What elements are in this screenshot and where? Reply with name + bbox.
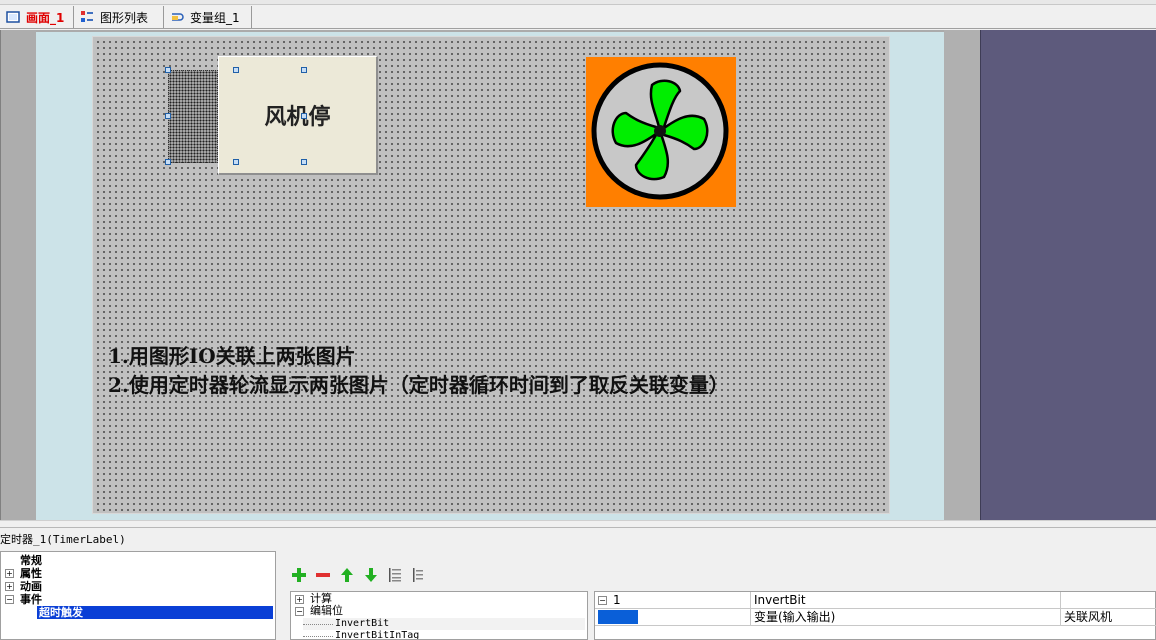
function-tree: + 计算 − 编辑位 InvertBit InvertBitInTag: [290, 591, 588, 640]
selection-handle[interactable]: [233, 159, 239, 165]
move-up-icon[interactable]: [338, 566, 356, 584]
remove-icon[interactable]: [314, 566, 332, 584]
tab-label: 画面_1: [26, 10, 65, 25]
tree-item-general[interactable]: 常规: [5, 554, 42, 567]
parameter-value-cell[interactable]: 关联风机: [1061, 609, 1156, 625]
tree-item-animation[interactable]: + 动画: [5, 580, 42, 593]
tab-label: 图形列表: [100, 10, 149, 25]
instruction-line-1: 1.用图形IO关联上两张图片: [108, 344, 356, 368]
graphics-list-icon: [80, 10, 94, 24]
parameter-name-cell: 变量(输入输出): [751, 609, 1061, 625]
tab-screen-1[interactable]: 画面_1: [0, 6, 74, 28]
selected-object-title: 定时器_1(TimerLabel): [0, 530, 1156, 550]
row-selection-marker: [598, 610, 638, 624]
outdent-icon[interactable]: [410, 566, 428, 584]
tree-item-properties[interactable]: + 属性: [5, 567, 42, 580]
func-item-invertbit[interactable]: InvertBit: [303, 618, 585, 630]
expand-icon[interactable]: +: [5, 582, 14, 591]
func-item-invertbitintag[interactable]: InvertBitInTag: [303, 630, 419, 639]
expand-icon[interactable]: +: [295, 594, 304, 604]
fan-graphic[interactable]: [586, 57, 736, 207]
right-margin: [944, 30, 980, 520]
side-panel: [980, 30, 1156, 520]
expand-icon[interactable]: +: [5, 569, 14, 578]
selection-handle[interactable]: [301, 159, 307, 165]
document-tab-bar: 画面_1 图形列表 变量组_1: [0, 5, 1156, 29]
fan-stop-button-label: 风机停: [264, 104, 331, 130]
tree-item-timeout-trigger[interactable]: 超时触发: [37, 606, 273, 619]
selection-handle[interactable]: [301, 113, 307, 119]
function-parameter-grid: −1 InvertBit 变量(输入输出) 关联风机: [594, 591, 1156, 640]
selection-handle[interactable]: [165, 67, 171, 73]
collapse-icon[interactable]: −: [295, 606, 304, 616]
function-name-cell: InvertBit: [751, 592, 1061, 608]
grid-row-variable[interactable]: 变量(输入输出) 关联风机: [595, 609, 1156, 626]
selection-handle[interactable]: [165, 159, 171, 165]
selection-handle[interactable]: [233, 67, 239, 73]
variable-group-icon: [170, 10, 184, 24]
grid-row-function[interactable]: −1 InvertBit: [595, 592, 1156, 609]
tab-label: 变量组_1: [190, 10, 240, 25]
screen-icon: [6, 10, 20, 24]
hmi-editor-window: 画面_1 图形列表 变量组_1 风机停 1.用图形IO关联上两张图片 2.使用定…: [0, 0, 1156, 640]
left-gutter: [0, 30, 36, 520]
function-toolbar: [290, 565, 428, 585]
instruction-line-2: 2.使用定时器轮流显示两张图片（定时器循环时间到了取反关联变量）: [108, 373, 729, 397]
selection-handle[interactable]: [165, 113, 171, 119]
indent-icon[interactable]: [386, 566, 404, 584]
event-function-editor: + 计算 − 编辑位 InvertBit InvertBitInTag −1 Inv…: [282, 551, 1156, 640]
tab-graphics-list[interactable]: 图形列表: [74, 6, 164, 28]
selection-handle[interactable]: [301, 67, 307, 73]
tab-variable-group-1[interactable]: 变量组_1: [164, 6, 252, 28]
tree-item-events[interactable]: − 事件: [5, 593, 42, 606]
collapse-icon[interactable]: −: [598, 596, 607, 605]
add-icon[interactable]: [290, 566, 308, 584]
func-category-edit-bit[interactable]: − 编辑位: [295, 605, 343, 617]
collapse-icon[interactable]: −: [5, 595, 14, 604]
property-category-tree: 常规 + 属性 + 动画 − 事件 超时触发: [0, 551, 276, 640]
fan-stop-button[interactable]: 风机停: [218, 56, 378, 175]
timer-label-object[interactable]: [168, 70, 218, 163]
panel-splitter[interactable]: [0, 520, 1156, 528]
move-down-icon[interactable]: [362, 566, 380, 584]
fan-icon: [591, 62, 729, 200]
